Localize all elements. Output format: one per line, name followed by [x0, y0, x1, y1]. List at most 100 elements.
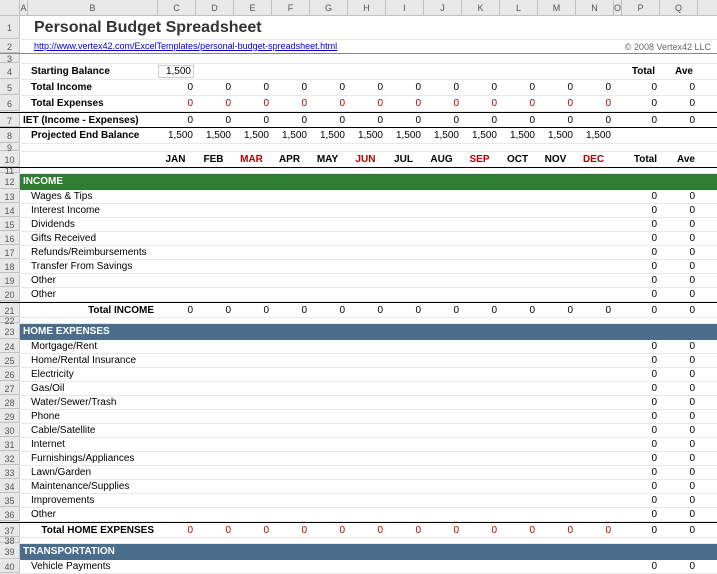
- item-ave[interactable]: 0: [660, 191, 698, 202]
- total-income-val[interactable]: 0: [500, 82, 538, 93]
- section-total-val[interactable]: 0: [386, 305, 424, 316]
- section-total-val[interactable]: 0: [196, 525, 234, 536]
- item-total[interactable]: 0: [622, 425, 660, 436]
- section-total-val[interactable]: 0: [310, 525, 348, 536]
- section-total-val[interactable]: 0: [538, 525, 576, 536]
- item-label[interactable]: Mortgage/Rent: [28, 341, 158, 352]
- row-header[interactable]: 8: [0, 128, 20, 143]
- item-label[interactable]: Lawn/Garden: [28, 467, 158, 478]
- row-header[interactable]: 26: [0, 368, 20, 381]
- item-label[interactable]: Dividends: [28, 219, 158, 230]
- item-total[interactable]: 0: [622, 275, 660, 286]
- projected-val[interactable]: 1,500: [348, 130, 386, 141]
- item-label[interactable]: Other: [28, 509, 158, 520]
- item-label[interactable]: Interest Income: [28, 205, 158, 216]
- col-header[interactable]: L: [500, 0, 538, 15]
- row-header[interactable]: 22: [0, 318, 20, 323]
- row-header[interactable]: 2: [0, 40, 20, 53]
- section-total-val[interactable]: 0: [234, 305, 272, 316]
- total-expenses-val[interactable]: 0: [158, 98, 196, 109]
- item-total[interactable]: 0: [622, 261, 660, 272]
- row-header[interactable]: 39: [0, 544, 20, 559]
- row-header[interactable]: 17: [0, 246, 20, 259]
- row-header[interactable]: 37: [0, 523, 20, 537]
- row-header[interactable]: 29: [0, 410, 20, 423]
- item-ave[interactable]: 0: [660, 355, 698, 366]
- total-income-val[interactable]: 0: [310, 82, 348, 93]
- net-total[interactable]: 0: [622, 115, 660, 126]
- item-total[interactable]: 0: [622, 233, 660, 244]
- col-header[interactable]: K: [462, 0, 500, 15]
- item-label[interactable]: Other: [28, 289, 158, 300]
- row-header[interactable]: 35: [0, 494, 20, 507]
- net-val[interactable]: 0: [158, 115, 196, 126]
- total-income-val[interactable]: 0: [538, 82, 576, 93]
- item-total[interactable]: 0: [622, 561, 660, 572]
- section-total-val[interactable]: 0: [500, 525, 538, 536]
- section-total-val[interactable]: 0: [310, 305, 348, 316]
- total-expenses-val[interactable]: 0: [386, 98, 424, 109]
- row-header[interactable]: 14: [0, 204, 20, 217]
- section-total-val[interactable]: 0: [538, 305, 576, 316]
- projected-val[interactable]: 1,500: [576, 130, 614, 141]
- item-ave[interactable]: 0: [660, 467, 698, 478]
- total-income-total[interactable]: 0: [622, 82, 660, 93]
- total-expenses-val[interactable]: 0: [424, 98, 462, 109]
- row-header[interactable]: 19: [0, 274, 20, 287]
- col-header[interactable]: C: [158, 0, 196, 15]
- row-header[interactable]: 4: [0, 64, 20, 79]
- section-total-val[interactable]: 0: [500, 305, 538, 316]
- col-header[interactable]: Q: [660, 0, 698, 15]
- row-header[interactable]: 5: [0, 80, 20, 95]
- section-total-val[interactable]: 0: [576, 525, 614, 536]
- item-label[interactable]: Home/Rental Insurance: [28, 355, 158, 366]
- col-header[interactable]: M: [538, 0, 576, 15]
- net-val[interactable]: 0: [500, 115, 538, 126]
- item-total[interactable]: 0: [622, 247, 660, 258]
- section-total-val[interactable]: 0: [424, 525, 462, 536]
- item-ave[interactable]: 0: [660, 425, 698, 436]
- row-header[interactable]: 12: [0, 174, 20, 189]
- item-label[interactable]: Wages & Tips: [28, 191, 158, 202]
- item-label[interactable]: Internet: [28, 439, 158, 450]
- total-income-val[interactable]: 0: [234, 82, 272, 93]
- item-label[interactable]: Electricity: [28, 369, 158, 380]
- net-val[interactable]: 0: [196, 115, 234, 126]
- net-val[interactable]: 0: [462, 115, 500, 126]
- col-header[interactable]: I: [386, 0, 424, 15]
- total-income-val[interactable]: 0: [462, 82, 500, 93]
- item-total[interactable]: 0: [622, 289, 660, 300]
- row-header[interactable]: 15: [0, 218, 20, 231]
- net-val[interactable]: 0: [234, 115, 272, 126]
- projected-val[interactable]: 1,500: [386, 130, 424, 141]
- item-ave[interactable]: 0: [660, 247, 698, 258]
- section-total-val[interactable]: 0: [424, 305, 462, 316]
- row-header[interactable]: 31: [0, 438, 20, 451]
- total-expenses-val[interactable]: 0: [348, 98, 386, 109]
- col-header[interactable]: G: [310, 0, 348, 15]
- total-income-val[interactable]: 0: [272, 82, 310, 93]
- item-total[interactable]: 0: [622, 495, 660, 506]
- total-income-val[interactable]: 0: [386, 82, 424, 93]
- item-label[interactable]: Other: [28, 275, 158, 286]
- item-ave[interactable]: 0: [660, 397, 698, 408]
- section-total[interactable]: 0: [622, 525, 660, 536]
- projected-val[interactable]: 1,500: [538, 130, 576, 141]
- row-header[interactable]: 25: [0, 354, 20, 367]
- section-ave[interactable]: 0: [660, 525, 698, 536]
- projected-val[interactable]: 1,500: [310, 130, 348, 141]
- item-ave[interactable]: 0: [660, 233, 698, 244]
- total-income-val[interactable]: 0: [424, 82, 462, 93]
- item-ave[interactable]: 0: [660, 453, 698, 464]
- item-ave[interactable]: 0: [660, 481, 698, 492]
- item-ave[interactable]: 0: [660, 341, 698, 352]
- row-header[interactable]: 16: [0, 232, 20, 245]
- row-header[interactable]: 3: [0, 54, 20, 63]
- total-expenses-val[interactable]: 0: [196, 98, 234, 109]
- total-expenses-ave[interactable]: 0: [660, 98, 698, 109]
- item-total[interactable]: 0: [622, 369, 660, 380]
- row-header[interactable]: 7: [0, 113, 20, 127]
- col-header[interactable]: D: [196, 0, 234, 15]
- section-total-val[interactable]: 0: [272, 305, 310, 316]
- item-total[interactable]: 0: [622, 219, 660, 230]
